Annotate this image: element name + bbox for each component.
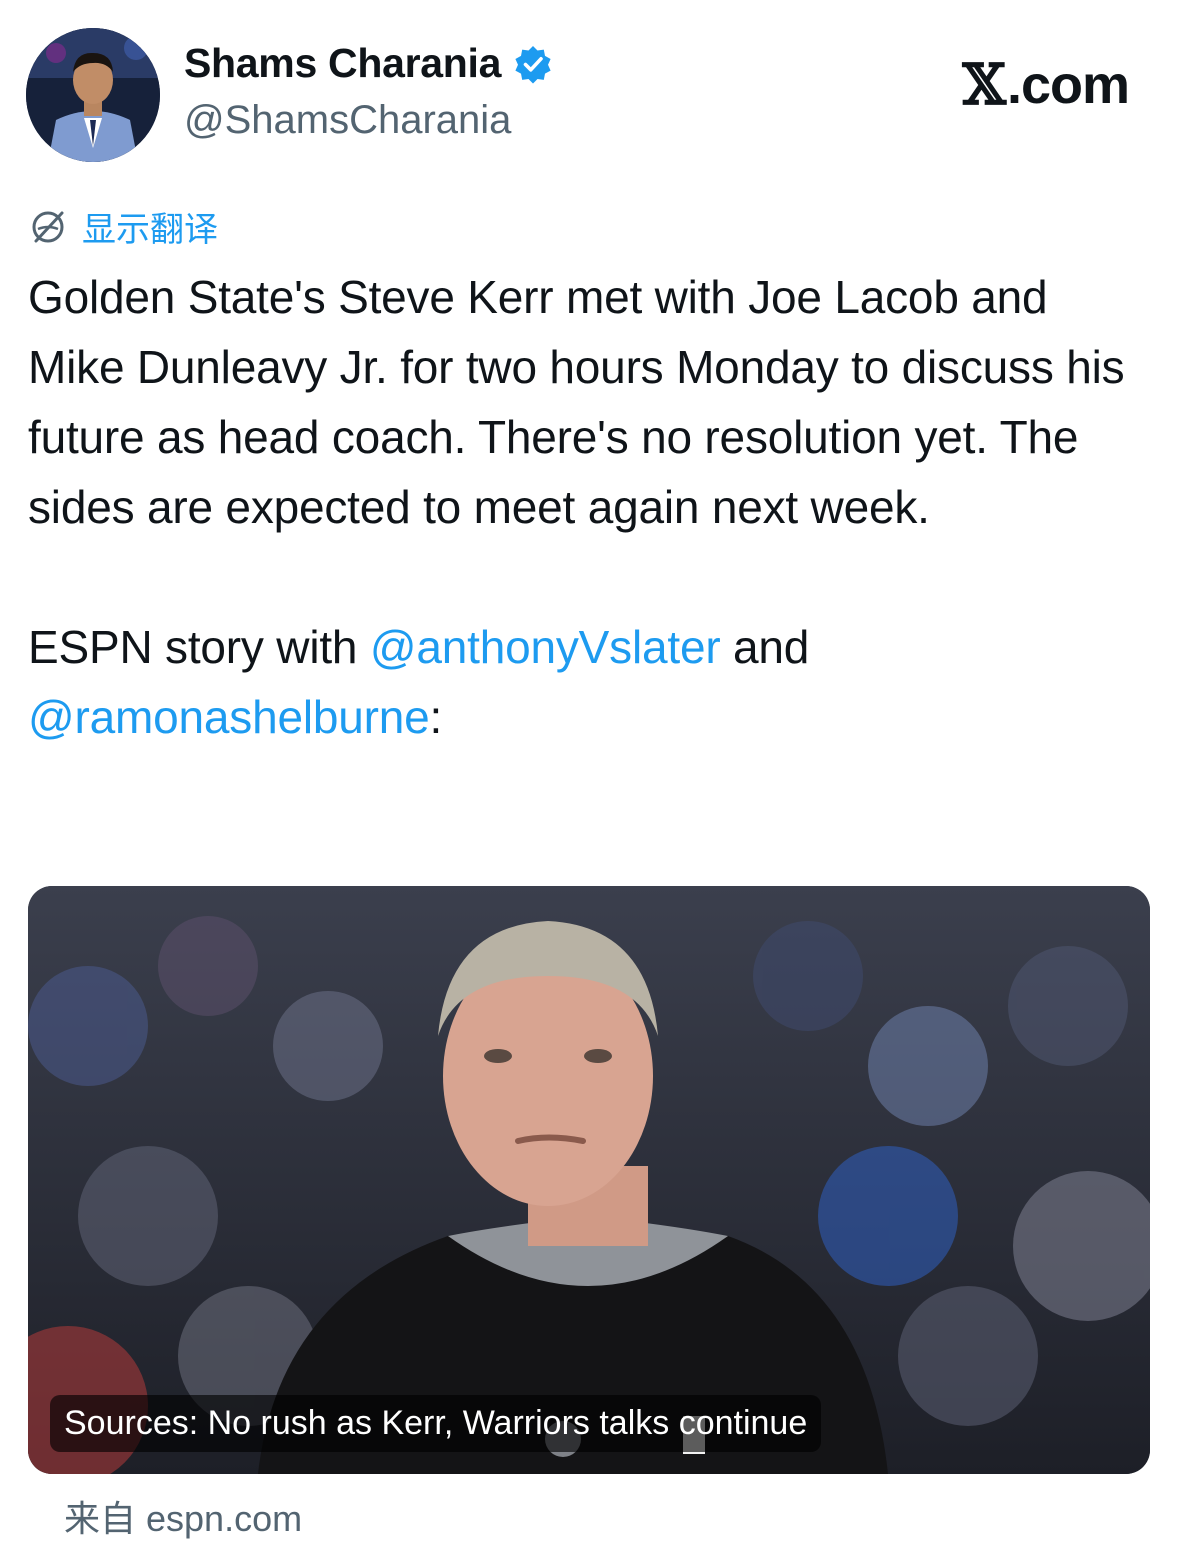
author-handle[interactable]: @ShamsCharania xyxy=(184,98,511,143)
verified-badge-icon xyxy=(515,45,551,83)
avatar[interactable] xyxy=(26,28,160,162)
link-card-image xyxy=(28,886,1150,1474)
x-glyph: 𝕏 xyxy=(962,52,1006,118)
mention-link-anthonyvslater[interactable]: @anthonyVslater xyxy=(370,621,721,673)
author-name[interactable]: Shams Charania xyxy=(184,40,501,87)
globe-off-icon xyxy=(32,211,64,242)
link-source[interactable]: 来自 espn.com xyxy=(64,1490,302,1542)
tweet-paragraph-1: Golden State's Steve Kerr met with Joe L… xyxy=(28,271,1125,533)
show-translation-button[interactable]: 显示翻译 xyxy=(28,202,218,251)
tweet-p2-prefix: ESPN story with xyxy=(28,621,370,673)
tweet-p2-middle: and xyxy=(720,621,810,673)
avatar-image xyxy=(26,28,160,162)
link-card[interactable]: Sources: No rush as Kerr, Warriors talks… xyxy=(28,886,1150,1474)
x-logo: 𝕏 .com xyxy=(962,52,1131,118)
tweet-paragraph-2: ESPN story with @anthonyVslater and @ram… xyxy=(28,612,1138,752)
x-domain: .com xyxy=(1006,55,1130,115)
mention-link-ramonashelburne[interactable]: @ramonashelburne xyxy=(28,691,430,743)
link-card-title[interactable]: Sources: No rush as Kerr, Warriors talks… xyxy=(50,1395,822,1452)
tweet-text: Golden State's Steve Kerr met with Joe L… xyxy=(28,262,1138,752)
author-name-row[interactable]: Shams Charania xyxy=(184,40,553,87)
show-translation-label[interactable]: 显示翻译 xyxy=(82,202,218,251)
tweet-p2-suffix: : xyxy=(429,691,443,743)
